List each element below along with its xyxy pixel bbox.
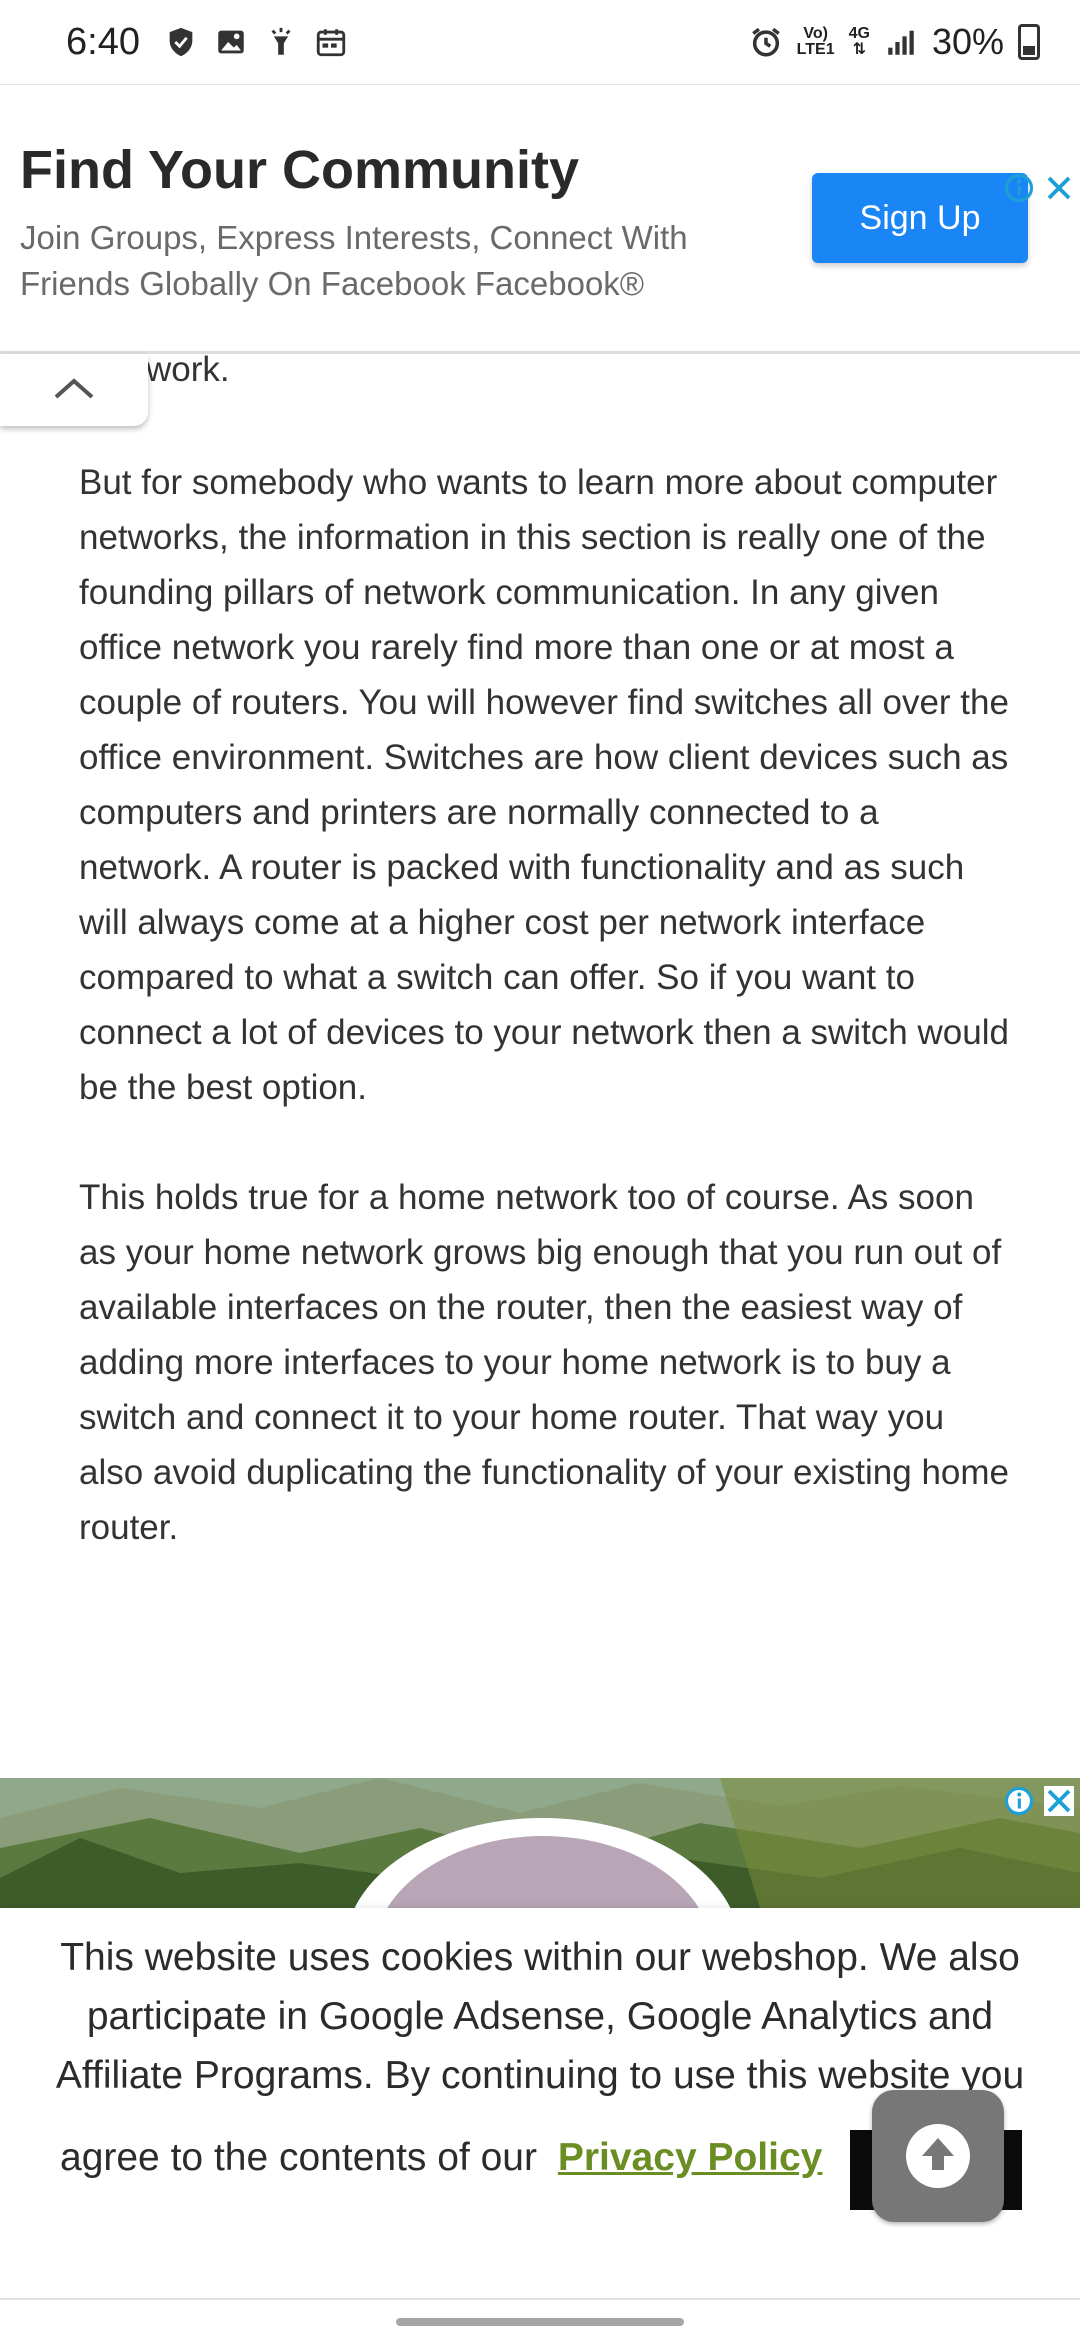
sign-up-button[interactable]: Sign Up [812,173,1028,263]
calendar-icon [314,25,348,59]
alarm-icon [749,25,783,59]
partial-text: work. [146,350,230,389]
battery-icon [1018,24,1040,60]
shield-icon [164,25,198,59]
network-type-label: 4G [848,25,870,42]
status-left: 6:40 [66,21,348,64]
ad-title[interactable]: Find Your Community [20,139,579,201]
home-indicator[interactable] [396,2318,684,2326]
status-right: Vo) LTE1 4G ⇅ 30% [749,21,1040,63]
status-time: 6:40 [66,20,140,63]
battery-percent: 30% [931,21,1004,62]
cookie-agree-text: agree to the contents of our [60,2136,537,2179]
volte-label: Vo) [803,25,828,42]
close-icon[interactable] [1044,1786,1074,1816]
adchoices-info-icon[interactable] [1004,1786,1034,1816]
data-arrows-icon: ⇅ [852,41,866,58]
arrow-up-icon [914,2130,962,2183]
adchoices-info-icon[interactable] [1004,173,1034,203]
article-paragraph: But for somebody who wants to learn more… [79,463,1009,1107]
article-paragraph: This holds true for a home network too o… [79,1178,1009,1547]
status-bar: 6:40 Vo) LTE1 4G ⇅ 30% [0,0,1080,84]
collapse-ad-button[interactable] [0,354,148,426]
chevron-up-icon [52,375,96,406]
flashlight-icon [264,25,298,59]
lte-label: LTE1 [796,41,835,58]
close-icon[interactable] [1044,173,1074,203]
gallery-icon [214,25,248,59]
ad-description[interactable]: Join Groups, Express Interests, Connect … [20,215,780,307]
image-ad[interactable] [0,1778,1080,1908]
signal-icon [884,25,918,59]
privacy-policy-link[interactable]: Privacy Policy [558,2136,823,2179]
portrait-face [372,1836,713,1908]
network-type: 4G ⇅ [849,26,870,58]
article-body: But for somebody who wants to learn more… [79,455,1009,1610]
volte-indicator: Vo) LTE1 [797,26,835,58]
top-ad-banner[interactable]: Find Your Community Join Groups, Express… [0,84,1080,354]
cookie-text-last-line: agree to the contents of our Privacy Pol… [60,2136,822,2180]
cookie-text: This website uses cookies within our web… [55,1936,1025,2097]
scroll-to-top-button[interactable] [872,2090,1004,2222]
